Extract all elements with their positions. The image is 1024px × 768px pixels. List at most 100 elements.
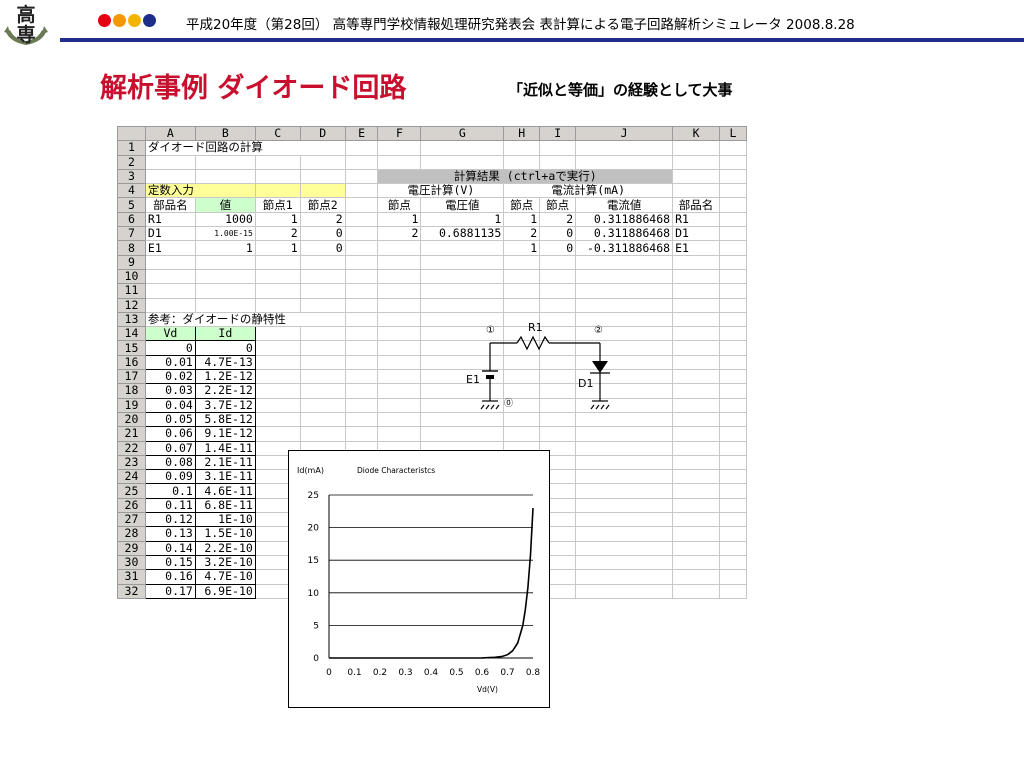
cell[interactable]: 1	[377, 211, 422, 228]
cell[interactable]	[672, 140, 721, 156]
cell[interactable]	[254, 283, 301, 299]
cell[interactable]	[672, 440, 721, 456]
row-header[interactable]: 31	[117, 569, 146, 585]
cell[interactable]: 2.2E-10	[194, 540, 256, 556]
cell[interactable]	[420, 283, 505, 299]
cell[interactable]: 0.15	[144, 554, 196, 571]
row-header[interactable]: 29	[117, 540, 146, 556]
row-header[interactable]: 26	[117, 497, 146, 514]
cell[interactable]	[719, 154, 747, 170]
cell[interactable]	[299, 369, 346, 385]
cell[interactable]: 0.08	[144, 454, 196, 471]
column-header[interactable]: K	[672, 126, 721, 142]
column-header[interactable]: D	[299, 126, 346, 142]
cell[interactable]: 2	[299, 211, 346, 228]
cell[interactable]	[144, 297, 196, 313]
cell[interactable]	[539, 283, 577, 299]
cell[interactable]: D1	[144, 226, 196, 242]
cell[interactable]	[377, 254, 422, 270]
cell[interactable]	[299, 254, 346, 270]
cell[interactable]	[672, 397, 721, 413]
cell[interactable]	[344, 197, 379, 213]
cell[interactable]	[503, 140, 541, 156]
cell[interactable]	[344, 369, 379, 385]
cell[interactable]	[377, 354, 422, 371]
row-header[interactable]: 19	[117, 397, 146, 413]
row-header[interactable]: 10	[117, 268, 146, 285]
cell[interactable]	[254, 326, 301, 342]
cell[interactable]	[719, 397, 747, 413]
cell[interactable]: 0.14	[144, 540, 196, 556]
cell[interactable]	[719, 440, 747, 456]
cell[interactable]	[575, 268, 674, 285]
cell[interactable]: 0	[299, 240, 346, 256]
cell[interactable]	[719, 283, 747, 299]
cell[interactable]	[377, 283, 422, 299]
cell[interactable]	[299, 383, 346, 399]
column-header[interactable]: G	[420, 126, 505, 142]
row-header[interactable]: 3	[117, 168, 146, 185]
cell[interactable]	[672, 268, 721, 285]
cell[interactable]	[144, 268, 196, 285]
column-header[interactable]: C	[254, 126, 301, 142]
cell[interactable]	[299, 183, 346, 199]
row-header[interactable]: 24	[117, 469, 146, 485]
cell[interactable]	[672, 426, 721, 442]
cell[interactable]: 定数入力	[144, 183, 256, 199]
cell[interactable]	[575, 583, 674, 599]
cell[interactable]	[719, 483, 747, 499]
cell[interactable]	[575, 254, 674, 270]
cell[interactable]: 1	[254, 240, 301, 256]
cell[interactable]: 3.7E-12	[194, 397, 256, 413]
cell[interactable]	[344, 268, 379, 285]
cell[interactable]	[719, 469, 747, 485]
cell[interactable]	[299, 283, 346, 299]
cell[interactable]	[254, 268, 301, 285]
cell[interactable]	[377, 140, 422, 156]
cell[interactable]	[719, 168, 747, 185]
cell[interactable]	[719, 240, 747, 256]
row-header[interactable]: 13	[117, 311, 146, 328]
row-header[interactable]: 23	[117, 454, 146, 471]
cell[interactable]	[719, 211, 747, 228]
cell[interactable]	[719, 540, 747, 556]
cell[interactable]	[377, 326, 422, 342]
cell[interactable]	[672, 183, 721, 199]
cell[interactable]	[539, 297, 577, 313]
cell[interactable]: 0.11	[144, 497, 196, 514]
cell[interactable]	[194, 297, 256, 313]
cell[interactable]: 1	[503, 240, 541, 256]
cell[interactable]: 計算結果 (ctrl+aで実行)	[377, 168, 674, 185]
cell[interactable]	[144, 168, 196, 185]
cell[interactable]	[575, 497, 674, 514]
cell[interactable]: 0.02	[144, 369, 196, 385]
cell[interactable]	[672, 512, 721, 528]
cell[interactable]	[344, 211, 379, 228]
cell[interactable]	[377, 297, 422, 313]
cell[interactable]	[672, 483, 721, 499]
cell[interactable]	[575, 469, 674, 485]
cell[interactable]: 電圧計算(V)	[377, 183, 505, 199]
cell[interactable]: 参考：ダイオードの静特性	[144, 311, 346, 328]
cell[interactable]	[144, 154, 196, 170]
cell[interactable]: 0.01	[144, 354, 196, 371]
cell[interactable]	[719, 554, 747, 571]
cell[interactable]	[575, 526, 674, 542]
column-header[interactable]: B	[194, 126, 256, 142]
cell[interactable]	[672, 554, 721, 571]
cell[interactable]	[672, 497, 721, 514]
cell[interactable]: 部品名	[672, 197, 721, 213]
cell[interactable]	[377, 397, 422, 413]
cell[interactable]: 電圧値	[420, 197, 505, 213]
row-header[interactable]: 9	[117, 254, 146, 270]
cell[interactable]: 0.311886468	[575, 211, 674, 228]
cell[interactable]	[254, 354, 301, 371]
cell[interactable]	[503, 297, 541, 313]
cell[interactable]	[719, 454, 747, 471]
cell[interactable]: 4.6E-11	[194, 483, 256, 499]
row-header[interactable]: 20	[117, 411, 146, 428]
cell[interactable]	[575, 440, 674, 456]
cell[interactable]: 2.1E-11	[194, 454, 256, 471]
cell[interactable]	[420, 140, 505, 156]
cell[interactable]: 2	[503, 226, 541, 242]
